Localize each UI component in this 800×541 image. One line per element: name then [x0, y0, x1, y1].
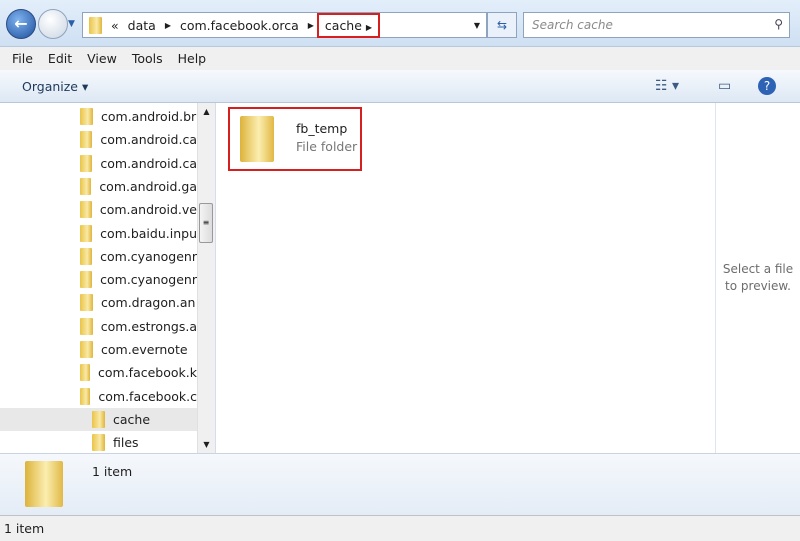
- preview-pane: Select a file to preview.: [715, 103, 800, 453]
- menu-tools[interactable]: Tools: [132, 51, 163, 66]
- nav-item[interactable]: com.evernote: [80, 338, 197, 361]
- folder-icon: [25, 461, 63, 507]
- item-type: File folder: [296, 139, 358, 154]
- menu-file[interactable]: File: [12, 51, 33, 66]
- folder-icon: [80, 271, 93, 289]
- breadcrumb-com-facebook-orca[interactable]: com.facebook.orca: [180, 18, 299, 33]
- folder-icon: [80, 108, 93, 125]
- nav-item-label: com.dragon.an: [101, 295, 196, 311]
- menu-view[interactable]: View: [87, 51, 117, 66]
- nav-item-label: com.facebook.k: [98, 365, 197, 381]
- organize-button[interactable]: Organize ▾: [22, 79, 88, 94]
- nav-item[interactable]: com.cyanogenr: [80, 268, 197, 291]
- chevron-right-icon[interactable]: ▶: [308, 21, 314, 30]
- folder-icon: [80, 364, 91, 382]
- folder-icon: [80, 131, 93, 149]
- nav-item-label: com.cyanogenr: [100, 248, 197, 264]
- breadcrumb-cache[interactable]: cache: [325, 18, 362, 33]
- help-icon[interactable]: ?: [758, 77, 776, 95]
- recent-pages-dropdown[interactable]: ▼: [68, 19, 75, 29]
- nav-item-label: files: [113, 435, 139, 451]
- toolbar: Organize ▾ ☷ ▾ ▭ ?: [0, 70, 800, 103]
- folder-icon: [80, 294, 93, 312]
- nav-item[interactable]: com.facebook.k: [80, 361, 197, 384]
- details-pane: [0, 453, 800, 515]
- nav-item-label: com.android.br: [101, 109, 197, 124]
- breadcrumb-overflow[interactable]: «: [111, 18, 119, 33]
- breadcrumb-cache-highlighted[interactable]: cache ▶: [316, 12, 381, 38]
- status-bar: 1 item: [0, 515, 800, 541]
- nav-item-files[interactable]: files: [92, 431, 197, 453]
- folder-icon: [80, 247, 93, 265]
- forward-button[interactable]: [38, 9, 68, 39]
- nav-item[interactable]: com.android.br: [80, 105, 197, 128]
- nav-item[interactable]: com.cyanogenr: [80, 245, 197, 268]
- scroll-down-icon[interactable]: ▼: [198, 440, 215, 449]
- menu-bar: File Edit View Tools Help: [0, 46, 800, 70]
- nav-item[interactable]: com.baidu.inpu: [80, 222, 197, 245]
- nav-item-label: com.cyanogenr: [100, 272, 197, 288]
- search-input[interactable]: Search cache ⚲: [523, 12, 790, 38]
- nav-item[interactable]: com.android.ga: [80, 175, 197, 198]
- nav-item[interactable]: com.dragon.an: [80, 291, 197, 314]
- scrollbar-thumb[interactable]: ≡: [199, 203, 213, 243]
- address-dropdown-icon[interactable]: ▼: [474, 21, 480, 30]
- nav-item-label: com.evernote: [101, 342, 188, 357]
- nav-item-label: com.baidu.inpu: [100, 225, 197, 241]
- folder-icon: [92, 434, 105, 452]
- nav-item-label: com.android.ca: [100, 132, 197, 148]
- nav-item-label: cache: [113, 411, 151, 427]
- item-name[interactable]: fb_temp: [296, 121, 347, 136]
- folder-icon: [80, 154, 93, 172]
- scroll-up-icon[interactable]: ▲: [198, 107, 215, 116]
- nav-item[interactable]: com.android.ca: [80, 152, 197, 175]
- menu-edit[interactable]: Edit: [48, 51, 72, 66]
- folder-icon: [80, 201, 92, 219]
- search-icon[interactable]: ⚲: [774, 17, 783, 31]
- folder-icon: [80, 317, 93, 335]
- nav-item-cache[interactable]: cache: [0, 407, 197, 431]
- folder-icon: [92, 410, 105, 428]
- nav-item-label: com.android.ga: [99, 178, 197, 194]
- menu-help[interactable]: Help: [178, 51, 207, 66]
- change-view-icon[interactable]: ☷ ▾: [655, 78, 679, 94]
- nav-item[interactable]: com.facebook.c: [80, 385, 197, 408]
- nav-item[interactable]: com.android.ca: [80, 128, 197, 151]
- preview-pane-icon[interactable]: ▭: [718, 78, 731, 94]
- nav-item[interactable]: com.estrongs.a: [80, 315, 197, 338]
- folder-icon: [80, 387, 91, 405]
- details-item-count: 1 item: [92, 464, 133, 479]
- folder-icon: [80, 177, 92, 195]
- chevron-right-icon[interactable]: ▶: [366, 23, 372, 32]
- back-button[interactable]: ←: [6, 9, 36, 39]
- nav-item-label: com.android.ca: [100, 155, 197, 171]
- folder-icon: [80, 224, 93, 242]
- folder-icon: [240, 116, 274, 162]
- nav-item-label: com.facebook.c: [98, 388, 197, 404]
- nav-item-label: com.android.ve: [99, 202, 197, 218]
- navigation-pane: com.android.br com.android.ca com.android.…: [0, 103, 197, 453]
- chevron-right-icon[interactable]: ▶: [165, 21, 171, 30]
- search-placeholder: Search cache: [532, 18, 613, 32]
- nav-item-label: com.estrongs.a: [100, 318, 197, 334]
- breadcrumb-data[interactable]: data: [128, 18, 156, 33]
- refresh-button[interactable]: ⇆: [487, 12, 517, 38]
- nav-scrollbar[interactable]: ▲ ▼: [197, 103, 215, 453]
- folder-icon: [80, 341, 93, 358]
- address-bar[interactable]: « data ▶ com.facebook.orca ▶ cache ▶ ▼: [82, 12, 487, 38]
- folder-icon: [89, 16, 102, 34]
- nav-item[interactable]: com.android.ve: [80, 198, 197, 221]
